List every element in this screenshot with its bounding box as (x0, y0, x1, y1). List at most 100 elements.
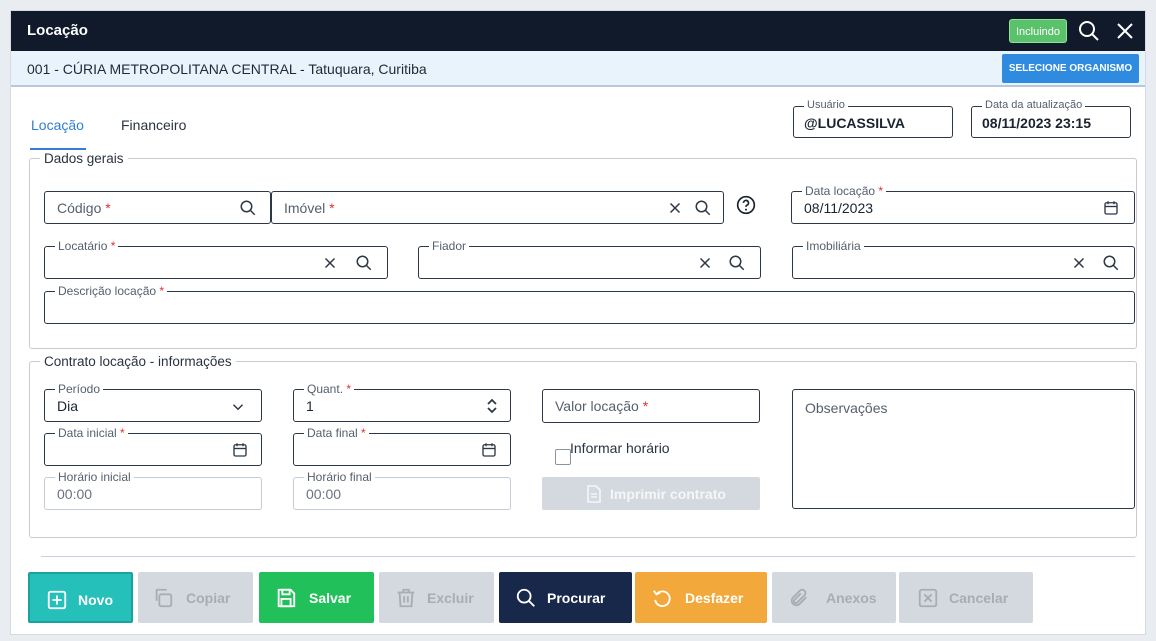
codigo-placeholder: Código (57, 200, 102, 216)
copiar-label: Copiar (186, 590, 231, 606)
clear-icon[interactable] (696, 254, 714, 272)
calendar-icon[interactable] (1102, 199, 1120, 217)
calendar-icon[interactable] (480, 441, 498, 459)
close-icon[interactable] (1113, 19, 1137, 43)
search-icon[interactable] (728, 254, 746, 272)
excluir-label: Excluir (427, 590, 474, 606)
data-final-field[interactable]: Data final * (293, 426, 511, 466)
print-contract-button[interactable]: Imprimir contrato (542, 477, 760, 510)
updated-value: 08/11/2023 23:15 (982, 115, 1091, 131)
imovel-field[interactable]: Imóvel * (271, 191, 724, 224)
horario-final-field[interactable]: Horário final 00:00 (293, 470, 511, 510)
search-icon (516, 588, 535, 607)
data-locacao-label: Data locação (805, 184, 876, 198)
chevron-down-icon[interactable] (229, 398, 247, 416)
copiar-button[interactable]: Copiar (138, 572, 253, 623)
save-icon (277, 588, 296, 608)
horario-final-value: 00:00 (306, 486, 342, 502)
data-inicial-label: Data inicial (58, 426, 117, 440)
organism-name: 001 - CÚRIA METROPOLITANA CENTRAL - Tatu… (27, 61, 427, 77)
horario-inicial-label: Horário inicial (55, 470, 134, 484)
procurar-label: Procurar (547, 590, 606, 606)
divider (41, 556, 1135, 557)
updated-date-field: Data da atualização 08/11/2023 23:15 (971, 99, 1131, 138)
required-mark: * (346, 382, 352, 396)
desfazer-label: Desfazer (685, 590, 744, 606)
data-locacao-field[interactable]: Data locação * 08/11/2023 (791, 184, 1135, 224)
stepper-icon[interactable] (484, 396, 500, 416)
excluir-button[interactable]: Excluir (379, 572, 494, 623)
cancelar-label: Cancelar (949, 590, 1009, 606)
clear-icon[interactable] (1070, 254, 1088, 272)
imobiliaria-field[interactable]: Imobiliária (792, 239, 1135, 279)
window-title: Locação (27, 22, 88, 39)
undo-icon (653, 590, 671, 607)
procurar-button[interactable]: Procurar (499, 572, 632, 623)
copy-icon (155, 588, 173, 608)
paperclip-icon (790, 588, 807, 607)
fiador-field[interactable]: Fiador (418, 239, 761, 279)
salvar-button[interactable]: Salvar (259, 572, 374, 623)
calendar-icon[interactable] (231, 441, 249, 459)
data-locacao-value: 08/11/2023 (804, 200, 874, 216)
fiador-label: Fiador (429, 239, 470, 253)
status-badge: Incluindo (1008, 19, 1067, 43)
data-final-label: Data final (307, 426, 358, 440)
valor-locacao-field[interactable]: Valor locação * (542, 389, 760, 423)
required-mark: * (878, 184, 884, 198)
horario-final-label: Horário final (304, 470, 375, 484)
search-icon[interactable] (694, 199, 712, 217)
informar-horario-label[interactable]: Informar horário (570, 440, 670, 456)
locacao-window: Locação Incluindo 001 - CÚRIA METROPOLIT… (10, 10, 1146, 635)
required-mark: * (642, 398, 649, 414)
search-icon[interactable] (1077, 19, 1101, 43)
tab-locacao[interactable]: Locação (31, 117, 84, 133)
tab-financeiro[interactable]: Financeiro (121, 117, 186, 133)
cancelar-button[interactable]: Cancelar (899, 572, 1033, 623)
informar-horario-checkbox[interactable] (555, 449, 571, 465)
observacoes-placeholder: Observações (805, 400, 888, 416)
search-icon[interactable] (355, 254, 373, 272)
search-icon[interactable] (1102, 254, 1120, 272)
required-mark: * (110, 239, 116, 253)
search-icon[interactable] (239, 199, 257, 217)
help-icon[interactable] (736, 195, 756, 215)
user-field: Usuário @LUCASSILVA (793, 99, 953, 138)
cancel-icon (918, 588, 938, 608)
active-tab-indicator (30, 148, 86, 150)
novo-button[interactable]: Novo (28, 572, 133, 623)
anexos-label: Anexos (826, 590, 877, 606)
required-mark: * (120, 426, 125, 440)
novo-label: Novo (78, 592, 113, 608)
codigo-field[interactable]: Código * (44, 191, 271, 224)
required-mark: * (159, 284, 165, 298)
anexos-button[interactable]: Anexos (772, 572, 896, 623)
valor-placeholder: Valor locação (555, 398, 639, 414)
salvar-label: Salvar (309, 590, 352, 606)
user-value: @LUCASSILVA (804, 115, 906, 131)
print-contract-label: Imprimir contrato (610, 486, 726, 502)
locatario-field[interactable]: Locatário * (44, 239, 388, 279)
user-label: Usuário (804, 99, 848, 111)
observacoes-textarea[interactable]: Observações (792, 389, 1135, 509)
trash-icon (397, 588, 415, 608)
horario-inicial-field[interactable]: Horário inicial 00:00 (44, 470, 262, 510)
quantidade-stepper[interactable]: Quant. * 1 (293, 382, 511, 422)
updated-label: Data da atualização (982, 99, 1086, 111)
periodo-select[interactable]: Período Dia (44, 382, 262, 422)
select-organism-button[interactable]: SELECIONE ORGANISMO (1002, 54, 1139, 83)
title-bar: Locação Incluindo (11, 11, 1145, 51)
periodo-value: Dia (57, 398, 79, 414)
desfazer-button[interactable]: Desfazer (635, 572, 767, 623)
required-mark: * (105, 200, 111, 216)
imobiliaria-label: Imobiliária (803, 239, 864, 253)
descricao-field[interactable]: Descrição locação * (44, 284, 1135, 324)
clear-icon[interactable] (666, 199, 684, 217)
imovel-placeholder: Imóvel (284, 200, 326, 216)
descricao-label: Descrição locação (58, 284, 157, 298)
quant-label: Quant. (307, 382, 344, 396)
data-inicial-field[interactable]: Data inicial * (44, 426, 262, 466)
organism-bar: 001 - CÚRIA METROPOLITANA CENTRAL - Tatu… (11, 51, 1145, 87)
clear-icon[interactable] (321, 254, 339, 272)
periodo-label: Período (55, 382, 104, 396)
